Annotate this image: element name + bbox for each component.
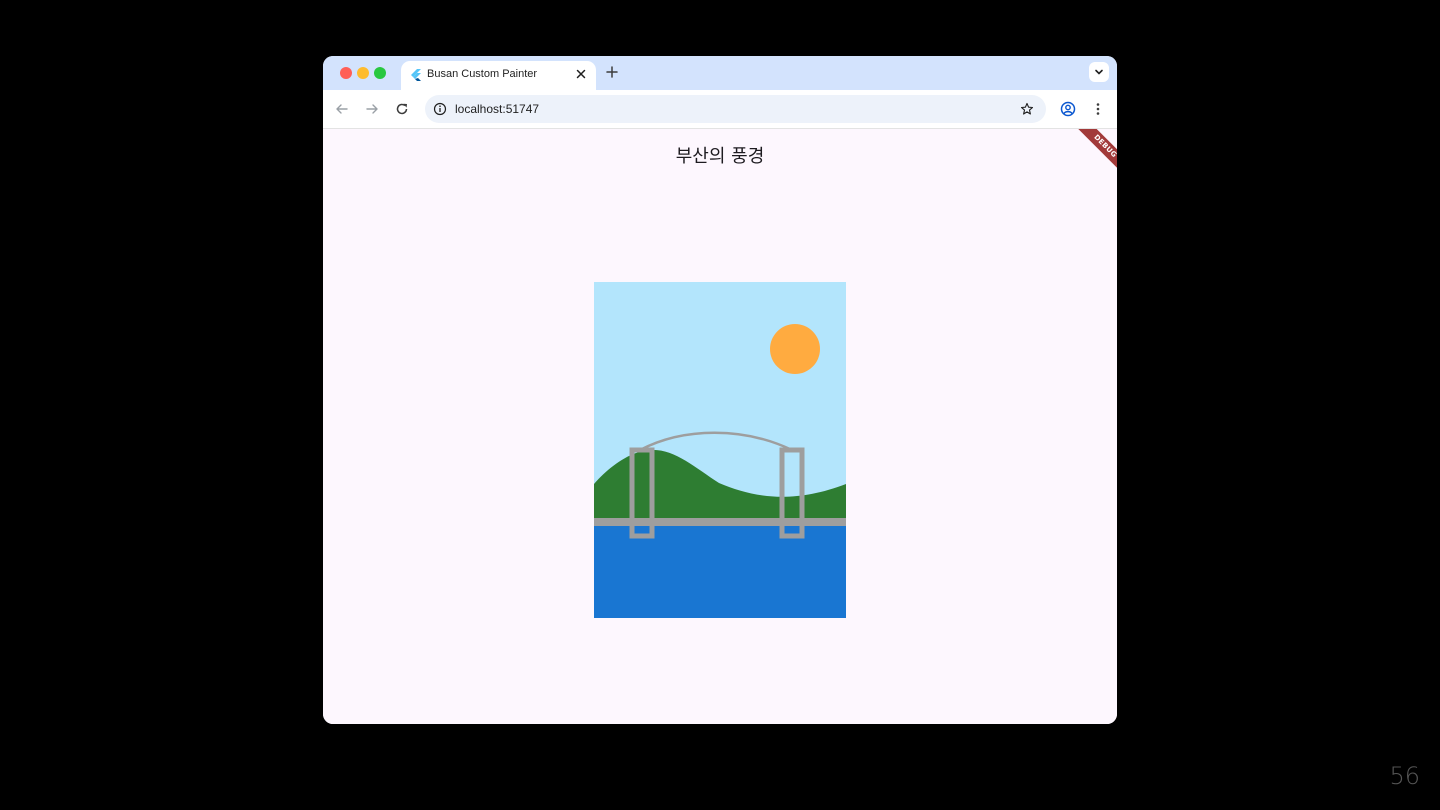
kebab-icon[interactable] bbox=[1090, 101, 1106, 117]
maximize-window-button[interactable] bbox=[374, 67, 386, 79]
minimize-window-button[interactable] bbox=[357, 67, 369, 79]
browser-window: Busan Custom Painter localhost:51747 부산의… bbox=[323, 56, 1117, 724]
sun bbox=[770, 324, 820, 374]
tab-busan-custom-painter[interactable]: Busan Custom Painter bbox=[401, 61, 596, 90]
star-icon[interactable] bbox=[1020, 102, 1034, 116]
info-icon[interactable] bbox=[433, 102, 447, 116]
browser-toolbar: localhost:51747 bbox=[323, 90, 1117, 129]
tab-search-button[interactable] bbox=[1089, 62, 1109, 82]
app-title: 부산의 풍경 bbox=[675, 146, 765, 167]
slide-number: 56 bbox=[1389, 762, 1420, 790]
page-content: 부산의 풍경 DEBUG bbox=[323, 129, 1117, 724]
url-text[interactable]: localhost:51747 bbox=[455, 102, 539, 116]
close-window-button[interactable] bbox=[340, 67, 352, 79]
address-bar[interactable]: localhost:51747 bbox=[425, 95, 1046, 123]
busan-scene-canvas bbox=[594, 282, 846, 618]
profile-icon[interactable] bbox=[1060, 101, 1076, 117]
debug-banner: DEBUG bbox=[1057, 129, 1117, 189]
debug-banner-label: DEBUG bbox=[1072, 129, 1117, 180]
close-icon[interactable] bbox=[574, 67, 588, 81]
arrow-left-icon[interactable] bbox=[334, 101, 350, 117]
arrow-right-icon[interactable] bbox=[364, 101, 380, 117]
tab-strip: Busan Custom Painter bbox=[323, 56, 1117, 90]
chevron-down-icon bbox=[1095, 69, 1103, 75]
tab-title: Busan Custom Painter bbox=[427, 68, 538, 80]
flutter-logo-icon bbox=[411, 69, 421, 81]
reload-icon[interactable] bbox=[394, 101, 410, 117]
plus-icon[interactable] bbox=[605, 65, 619, 79]
